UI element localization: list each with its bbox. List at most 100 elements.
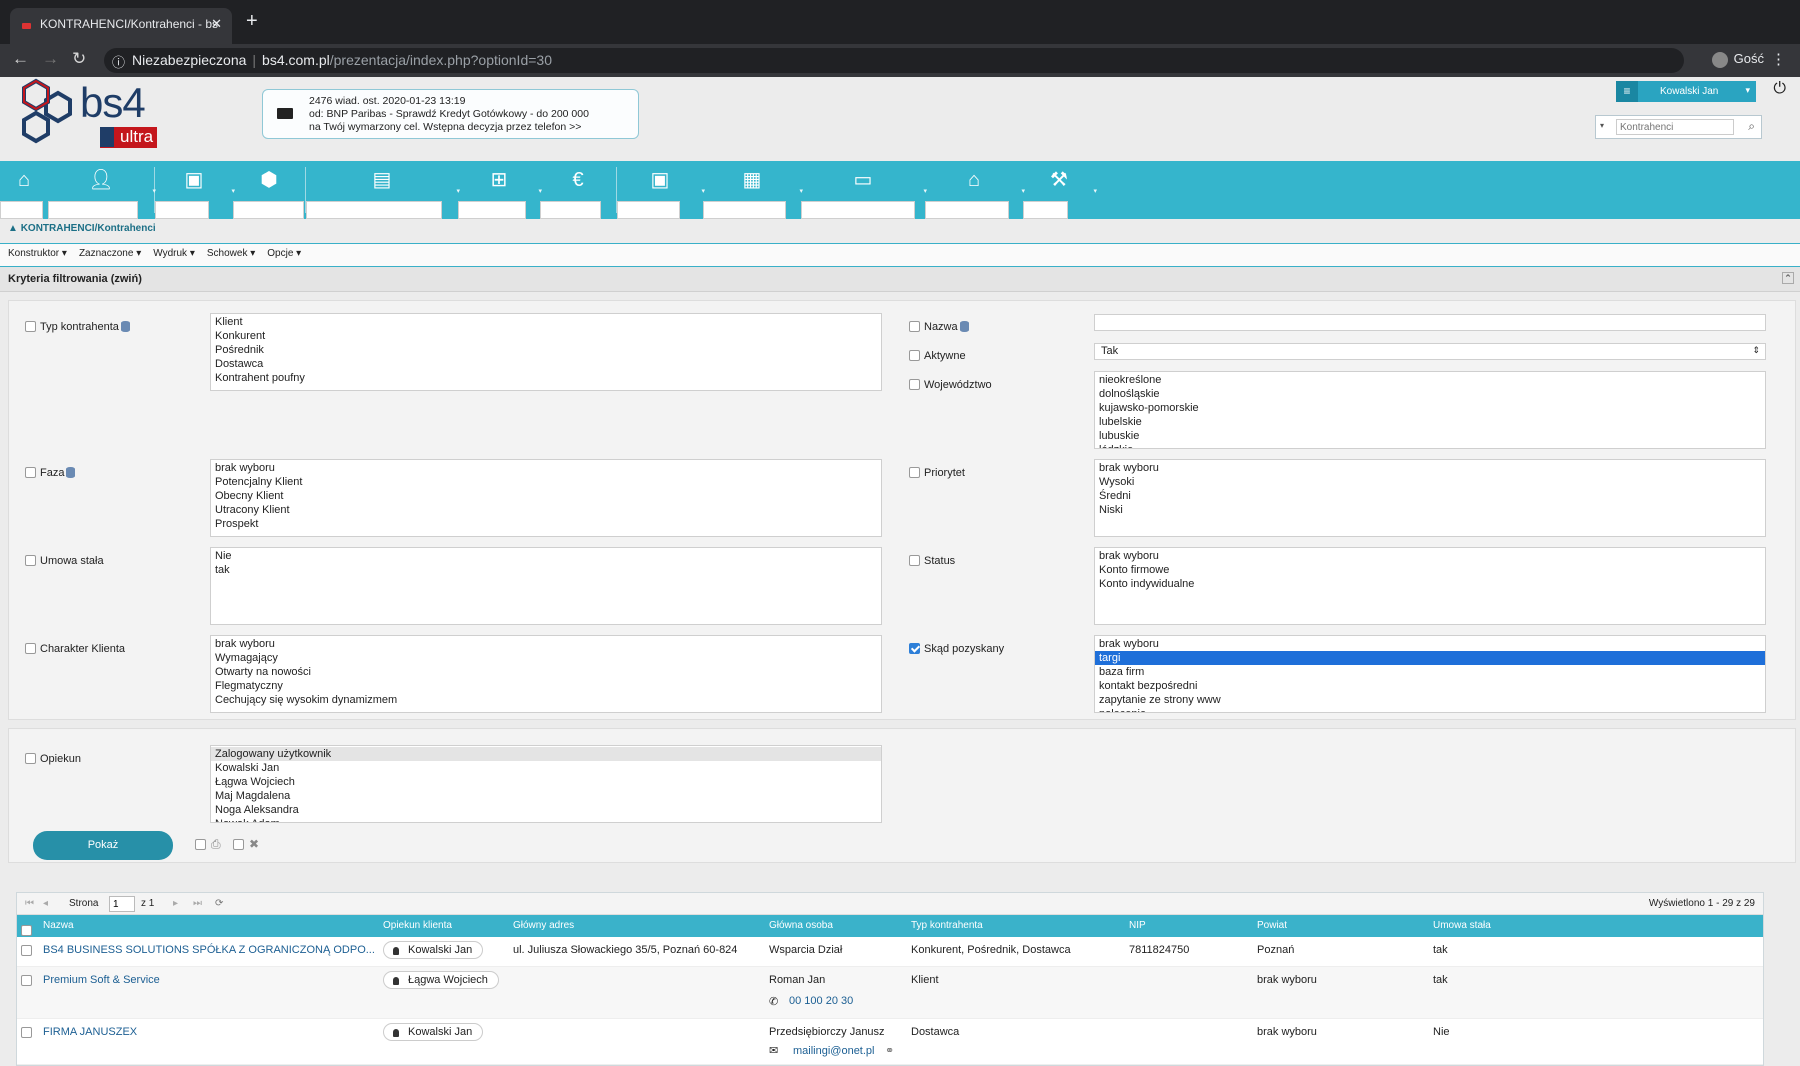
listbox-option[interactable]: targi — [1095, 651, 1765, 665]
cell-nazwa[interactable]: Premium Soft & Service — [43, 974, 160, 986]
col-adres[interactable]: Główny adres — [513, 920, 574, 931]
nav-admin[interactable]: ⚒ ADMIN ▾ — [1023, 161, 1097, 219]
cell-nazwa[interactable]: BS4 BUSINESS SOLUTIONS SPÓŁKA Z OGRANICZ… — [43, 944, 375, 956]
checkbox[interactable] — [25, 555, 36, 566]
listbox-option[interactable]: kujawsko-pomorskie — [1099, 401, 1761, 415]
toolbar-schowek[interactable]: Schowek ▾ — [207, 248, 255, 262]
col-typ[interactable]: Typ kontrahenta — [911, 920, 983, 931]
listbox-option[interactable]: Potencjalny Klient — [215, 475, 877, 489]
last-page-icon[interactable]: ⏭ — [193, 898, 202, 909]
cell-opiekun[interactable]: Kowalski Jan — [383, 941, 484, 959]
listbox-option[interactable]: brak wyboru — [215, 637, 877, 651]
col-powiat[interactable]: Powiat — [1257, 920, 1287, 931]
typ-listbox[interactable]: Klient Konkurent Pośrednik Dostawca Kontrahe… — [210, 313, 882, 391]
filter-opiekun[interactable]: Opiekun — [25, 753, 81, 765]
listbox-option[interactable]: brak wyboru — [215, 461, 877, 475]
nav-zestawienia[interactable]: ▦ ZESTAWIENIA ▾ — [703, 161, 803, 219]
listbox-option[interactable]: tak — [215, 563, 877, 577]
nav-projekty[interactable]: ⊞ PROJEKTY ▾ — [458, 161, 542, 219]
show-button[interactable]: Pokaż — [33, 831, 173, 860]
filter-wojewodztwo[interactable]: Województwo — [909, 379, 992, 391]
first-page-icon[interactable]: ⏮ — [25, 898, 34, 909]
checkbox-checked[interactable] — [909, 643, 920, 654]
nav-zlecenia[interactable]: ▤ ZLECENIA SERWISOWE ▾ — [306, 161, 460, 219]
listbox-option[interactable]: lubelskie — [1099, 415, 1761, 429]
filter-priorytet[interactable]: Priorytet — [909, 467, 965, 479]
new-tab-icon[interactable]: + — [246, 10, 258, 33]
bs4-logo[interactable]: bs4 ultra — [16, 77, 158, 150]
table-row[interactable]: BS4 BUSINESS SOLUTIONS SPÓŁKA Z OGRANICZ… — [17, 937, 1763, 967]
search-scope-dropdown-icon[interactable]: ▾ — [1600, 121, 1604, 130]
listbox-option[interactable]: Prospekt — [215, 517, 877, 531]
clear-icon[interactable]: ✖ — [249, 837, 259, 851]
checkbox[interactable] — [25, 753, 36, 764]
refresh-icon[interactable]: ⟳ — [215, 898, 223, 909]
back-icon[interactable]: ← — [12, 49, 29, 69]
checkbox[interactable] — [25, 321, 36, 332]
search-input[interactable] — [1616, 119, 1734, 135]
listbox-option[interactable]: nieokreślone — [1099, 373, 1761, 387]
checkbox[interactable] — [195, 837, 210, 851]
wojewodztwo-listbox[interactable]: nieokreślone dolnośląskie kujawsko-pomorsk… — [1094, 371, 1766, 449]
aktywne-select[interactable]: Tak ⇕ — [1094, 343, 1766, 360]
listbox-option[interactable]: Dostawca — [215, 357, 877, 371]
filter-skad[interactable]: Skąd pozyskany — [909, 643, 1004, 655]
col-osoba[interactable]: Główna osoba — [769, 920, 833, 931]
skad-listbox[interactable]: brak wyboru targi baza firm kontakt bezpośr… — [1094, 635, 1766, 713]
reload-icon[interactable]: ↻ — [72, 49, 86, 69]
listbox-option[interactable]: Maj Magdalena — [215, 789, 877, 803]
filter-status[interactable]: Status — [909, 555, 955, 567]
print-icon[interactable]: ⎙ — [211, 837, 221, 852]
page-input[interactable] — [109, 896, 135, 912]
listbox-option[interactable]: Niski — [1099, 503, 1761, 517]
next-page-icon[interactable]: ▸ — [173, 898, 178, 909]
nav-produkty[interactable]: ⬢ PRODUKTY — [233, 161, 305, 219]
listbox-option[interactable]: Utracony Klient — [215, 503, 877, 517]
nazwa-input[interactable] — [1094, 314, 1766, 331]
col-nip[interactable]: NIP — [1129, 920, 1146, 931]
row-checkbox[interactable] — [21, 975, 32, 986]
filter-faza[interactable]: Faza — [25, 467, 76, 479]
row-checkbox[interactable] — [21, 945, 32, 956]
col-umowa[interactable]: Umowa stała — [1433, 920, 1491, 931]
filter-aktywne[interactable]: Aktywne — [909, 350, 966, 362]
breadcrumb-link[interactable]: KONTRAHENCI/Kontrahenci — [21, 223, 156, 234]
listbox-option[interactable]: Klient — [215, 315, 877, 329]
nav-pulpit-managera[interactable]: ▭ PULPIT MANAGERA ▾ — [801, 161, 927, 219]
listbox-option[interactable]: brak wyboru — [1099, 637, 1761, 651]
browser-tab[interactable]: KONTRAHENCI/Kontrahenci - bs ✕ — [10, 8, 232, 44]
checkbox[interactable] — [25, 643, 36, 654]
listbox-option[interactable]: Wymagający — [215, 651, 877, 665]
table-row[interactable]: Premium Soft & Service Łągwa Wojciech Ro… — [17, 967, 1763, 1019]
checkbox[interactable] — [25, 467, 36, 478]
listbox-option[interactable]: baza firm — [1099, 665, 1761, 679]
browser-menu-icon[interactable]: ⋮ — [1771, 50, 1786, 68]
filter-panel-header[interactable]: Kryteria filtrowania (zwiń) ⌃ — [0, 267, 1800, 292]
col-nazwa[interactable]: Nazwa — [43, 920, 74, 931]
listbox-option[interactable]: Obecny Klient — [215, 489, 877, 503]
cell-nazwa[interactable]: FIRMA JANUSZEX — [43, 1026, 137, 1038]
umowa-listbox[interactable]: Nie tak — [210, 547, 882, 625]
listbox-option[interactable]: lubuskie — [1099, 429, 1761, 443]
col-opiekun[interactable]: Opiekun klienta — [383, 920, 452, 931]
search-icon[interactable]: ⌕ — [1748, 119, 1755, 134]
listbox-option[interactable]: brak wyboru — [1099, 461, 1761, 475]
listbox-option[interactable]: Łągwa Wojciech — [215, 775, 877, 789]
message-notification[interactable]: 2476 wiad. ost. 2020-01-23 13:19 od: BNP… — [262, 89, 639, 139]
faza-listbox[interactable]: brak wyboru Potencjalny Klient Obecny Klie… — [210, 459, 882, 537]
listbox-option[interactable]: Flegmatyczny — [215, 679, 877, 693]
listbox-option[interactable]: Konto firmowe — [1099, 563, 1761, 577]
listbox-option[interactable]: zapytanie ze strony www — [1099, 693, 1761, 707]
priorytet-listbox[interactable]: brak wyboru Wysoki Średni Niski — [1094, 459, 1766, 537]
status-listbox[interactable]: brak wyboru Konto firmowe Konto indywidual… — [1094, 547, 1766, 625]
nav-oferty[interactable]: ▣ OFERTY ▾ — [155, 161, 235, 219]
collapse-icon[interactable]: ⌃ — [1782, 272, 1794, 284]
profile-button[interactable]: Gość — [1711, 51, 1764, 68]
listbox-option[interactable]: Konto indywidualne — [1099, 577, 1761, 591]
listbox-option[interactable]: Otwarty na nowości — [215, 665, 877, 679]
nav-raporty[interactable]: ▣ RAPORTY ▾ — [617, 161, 705, 219]
listbox-option[interactable]: Cechujący się wysokim dynamizmem — [215, 693, 877, 707]
filter-umowa[interactable]: Umowa stała — [25, 555, 104, 567]
listbox-option[interactable]: Kowalski Jan — [215, 761, 877, 775]
toolbar-zaznaczone[interactable]: Zaznaczone ▾ — [79, 248, 141, 262]
